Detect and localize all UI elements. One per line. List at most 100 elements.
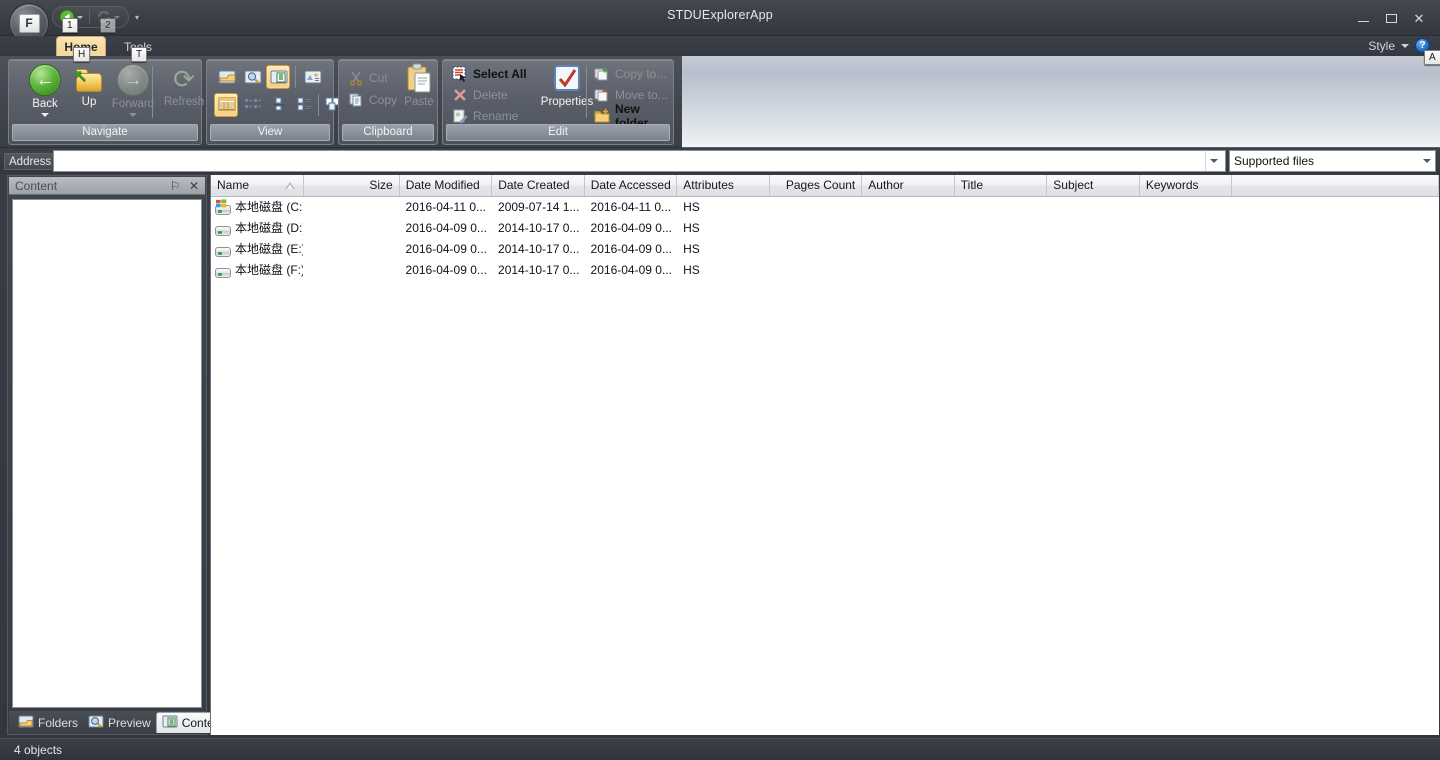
address-dropdown-button[interactable]	[1205, 151, 1222, 171]
address-input[interactable]	[57, 152, 1205, 170]
panel-tab-folders-label: Folders	[38, 716, 79, 730]
up-button-label: Up	[81, 96, 97, 108]
panel-tab-preview[interactable]: Preview	[83, 713, 156, 733]
ribbon-group-edit: Select All Delete Rename Properties Copy…	[442, 59, 674, 145]
clipboard-group-label: Clipboard	[342, 124, 434, 141]
cell-subject	[1047, 239, 1140, 260]
content-icon	[162, 715, 178, 731]
copy-to-button[interactable]: Copy to...	[591, 64, 669, 84]
column-header-date_modified[interactable]: Date Modified	[399, 175, 493, 197]
close-icon[interactable]: ✕	[186, 178, 202, 194]
file-name-label: 本地磁盘 (D:)	[235, 221, 304, 235]
cell-author	[862, 197, 955, 218]
qat-overflow-button[interactable]: ▾	[132, 12, 142, 22]
list-view-icon	[244, 97, 261, 113]
content-panel-body[interactable]	[12, 199, 202, 708]
view-list-button[interactable]	[240, 93, 264, 117]
table-row[interactable]: 本地磁盘 (D:) 2016-04-09 0... 2014-10-17 0... 2…	[211, 218, 1439, 239]
drive-icon	[215, 243, 231, 257]
table-row[interactable]: 本地磁盘 (F:) 2016-04-09 0... 2014-10-17 0... 2…	[211, 260, 1439, 281]
cell-subject	[1047, 260, 1140, 281]
close-button[interactable]: ✕	[1406, 8, 1432, 28]
view-thumbnails-button[interactable]	[300, 65, 324, 89]
rename-button[interactable]: Rename	[449, 106, 521, 126]
table-row[interactable]: 本地磁盘 (E:) 2016-04-09 0... 2014-10-17 0... 2…	[211, 239, 1439, 260]
keytip-tab-home: H	[73, 47, 91, 62]
chevron-down-icon[interactable]	[1401, 43, 1409, 48]
address-label: Address	[4, 153, 57, 170]
column-header-blank[interactable]	[1232, 175, 1440, 197]
cell-date_accessed: 2016-04-09 0...	[590, 263, 672, 277]
style-menu-button[interactable]: Style	[1368, 39, 1395, 53]
column-header-subject[interactable]: Subject	[1047, 175, 1140, 197]
cell-keywords	[1140, 197, 1233, 218]
view-content-button[interactable]	[266, 65, 290, 89]
delete-button[interactable]: Delete	[449, 85, 511, 105]
cell-title	[955, 260, 1048, 281]
keytip-qat-back: 1	[62, 18, 78, 33]
back-button-label: Back	[32, 98, 58, 110]
cell-author	[862, 260, 955, 281]
file-filter-combobox[interactable]: Supported files	[1229, 150, 1436, 172]
column-header-size[interactable]: Size	[303, 175, 400, 197]
table-row[interactable]: 本地磁盘 (C:) 2016-04-11 0... 2009-07-14 1... 2…	[211, 197, 1439, 218]
cell-keywords	[1140, 218, 1233, 239]
column-header-title[interactable]: Title	[954, 175, 1048, 197]
file-filter-dropdown-button[interactable]	[1418, 151, 1435, 171]
chevron-down-icon	[1210, 159, 1218, 163]
column-header-label: Subject	[1053, 178, 1094, 192]
address-combobox[interactable]	[53, 150, 1226, 172]
view-small-icons-button[interactable]	[266, 93, 290, 117]
details-view-icon	[218, 97, 236, 113]
refresh-button[interactable]: ⟳ Refresh	[156, 64, 212, 120]
panel-tab-preview-label: Preview	[108, 716, 151, 730]
select-all-button[interactable]: Select All	[449, 64, 530, 84]
cell-author	[862, 239, 955, 260]
column-header-date_created[interactable]: Date Created	[492, 175, 585, 197]
column-header-author[interactable]: Author	[862, 175, 955, 197]
column-header-pages_count[interactable]: Pages Count	[769, 175, 863, 197]
preview-icon	[88, 715, 104, 731]
maximize-icon	[1385, 13, 1397, 23]
window-title: STDUExplorerApp	[667, 8, 773, 22]
minimize-button[interactable]	[1350, 8, 1376, 28]
chevron-down-icon[interactable]	[41, 113, 49, 117]
content-panel-tabs: Folders Preview Content	[9, 711, 230, 733]
window-controls: ✕	[1350, 8, 1432, 28]
rename-button-label: Rename	[473, 109, 519, 123]
navigate-group-label: Navigate	[12, 124, 198, 141]
column-header-keywords[interactable]: Keywords	[1139, 175, 1233, 197]
select-all-icon	[452, 66, 468, 82]
new-folder-button[interactable]: New folder	[591, 102, 673, 130]
file-list: Name Size Date Modified Date Created Date Ac…	[210, 175, 1440, 735]
column-header-name[interactable]: Name	[211, 175, 304, 197]
view-details-button[interactable]	[214, 93, 238, 117]
folders-icon	[18, 715, 34, 731]
forward-button-label: Forward	[111, 98, 155, 110]
view-tiles-button[interactable]	[292, 93, 316, 117]
chevron-down-icon[interactable]	[129, 113, 137, 117]
view-preview-button[interactable]	[240, 65, 264, 89]
cell-attributes: HS	[683, 221, 700, 235]
cell-blank	[1232, 239, 1439, 260]
pin-icon[interactable]: ⚐	[167, 178, 183, 194]
chevron-down-icon	[77, 15, 83, 19]
cell-size	[303, 239, 399, 260]
ribbon-tab-strip: Home Tools	[0, 36, 1440, 57]
maximize-button[interactable]	[1378, 8, 1404, 28]
cell-date_accessed: 2016-04-09 0...	[590, 242, 672, 256]
panel-tab-folders[interactable]: Folders	[13, 713, 83, 733]
file-list-header: Name Size Date Modified Date Created Date Ac…	[211, 175, 1440, 197]
move-to-icon	[594, 87, 610, 103]
edit-group-body: Select All Delete Rename Properties Copy…	[443, 60, 673, 130]
cut-button[interactable]: Cut	[345, 68, 391, 88]
column-header-attributes[interactable]: Attributes	[677, 175, 770, 197]
file-list-body[interactable]: 本地磁盘 (C:) 2016-04-11 0... 2009-07-14 1... 2…	[211, 197, 1439, 281]
view-open-folder-button[interactable]	[214, 65, 238, 89]
paste-button[interactable]: Paste	[391, 62, 447, 118]
ribbon-group-navigate: ← Back ↖ Up → Forward ⟳ Refresh Navigate	[8, 59, 204, 145]
column-header-date_accessed[interactable]: Date Accessed	[584, 175, 678, 197]
close-icon: ✕	[1413, 10, 1425, 26]
tiles-view-icon	[296, 97, 312, 113]
content-window-icon	[270, 69, 288, 85]
